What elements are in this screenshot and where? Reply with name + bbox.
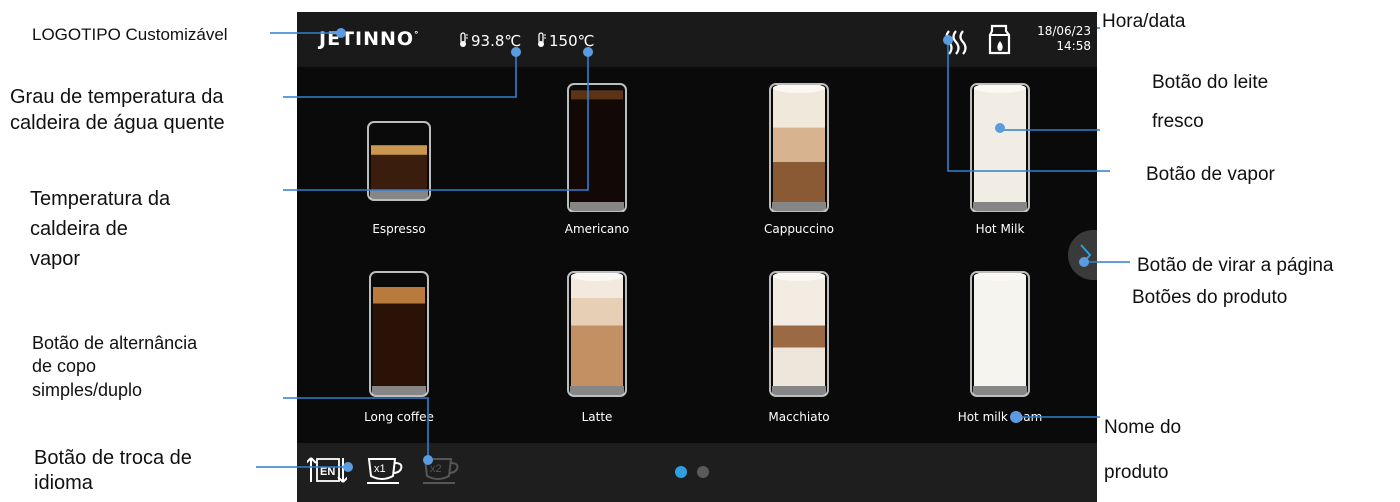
date-text: 18/06/23 <box>1037 24 1091 38</box>
annotation-line: vapor <box>30 248 81 270</box>
product-name: Espresso <box>372 222 426 236</box>
annotation-cup-toggle: Botão de alternância de copo simples/dup… <box>32 332 197 402</box>
bottom-bar: EN x1 x2 <box>297 443 1097 502</box>
chevron-right-icon <box>1077 242 1093 273</box>
annotation-line: de copo <box>32 356 97 377</box>
annotation-line: fresco <box>1152 110 1204 132</box>
product-name: Latte <box>581 410 613 424</box>
annotation-line: Temperatura da <box>30 188 171 210</box>
language-label: EN <box>320 466 335 478</box>
annotation-line: Grau de temperatura da <box>10 86 224 108</box>
annotation-line: produto <box>1104 461 1169 483</box>
machine-screen: JETINNO° 93.8℃ 150℃ 18/06/23 14:58 Espre… <box>297 12 1097 502</box>
steam-temperature: 150℃ <box>549 32 595 50</box>
thermometer-icon <box>457 32 469 53</box>
product-button[interactable]: Hot milk foam <box>930 270 1070 430</box>
espresso-glass-image <box>367 121 431 201</box>
double-cup-label: x2 <box>430 463 442 475</box>
single-cup-icon[interactable]: x1 <box>365 452 409 493</box>
product-name: Hot Milk <box>975 222 1025 236</box>
page-turn-button[interactable] <box>1068 230 1097 280</box>
product-button[interactable]: Americano <box>527 82 667 242</box>
annotation-datetime: Hora/data <box>1102 11 1186 32</box>
latte-glass-image <box>567 271 627 397</box>
annotation-product-name: Nome do produto <box>1104 406 1181 495</box>
annotation-line: Botão de alternância <box>32 333 198 353</box>
product-name: Cappuccino <box>763 222 835 236</box>
annotation-line: Botão de troca de <box>34 447 192 469</box>
product-button[interactable]: Latte <box>527 270 667 430</box>
logo-text: JETINNO <box>319 28 415 50</box>
hot-water-temperature: 93.8℃ <box>471 32 522 50</box>
macchiato-glass-image <box>769 271 829 397</box>
time-text: 14:58 <box>1056 39 1091 53</box>
logo: JETINNO° <box>319 28 420 50</box>
annotation-language: Botão de troca de idioma <box>34 446 192 496</box>
single-cup-label: x1 <box>374 463 386 475</box>
product-button[interactable]: Macchiato <box>729 270 869 430</box>
annotation-product-buttons: Botões do produto <box>1132 287 1288 308</box>
product-name: Hot milk foam <box>957 410 1043 424</box>
product-button[interactable]: Hot Milk <box>930 82 1070 242</box>
americano-glass-image <box>567 83 627 212</box>
foam-glass-image <box>970 271 1030 397</box>
annotation-hot-water-temp: Grau de temperatura da caldeira de água … <box>10 84 225 136</box>
milk-glass-image <box>970 83 1030 212</box>
cappuccino-glass-image <box>769 83 829 212</box>
annotation-line: caldeira de água quente <box>10 112 225 134</box>
page-dot[interactable] <box>697 466 709 478</box>
annotation-line: Botão do leite <box>1152 72 1269 93</box>
language-switch-icon[interactable]: EN <box>305 454 349 491</box>
product-name: Long coffee <box>364 410 434 424</box>
milk-carton-icon[interactable] <box>987 22 1013 61</box>
annotation-page-turn: Botão de virar a página <box>1137 255 1334 276</box>
product-name: Americano <box>564 222 630 236</box>
product-name: Macchiato <box>768 410 830 424</box>
annotation-logo: LOGOTIPO Customizável <box>32 25 228 44</box>
product-button[interactable]: Cappuccino <box>729 82 869 242</box>
annotation-line: caldeira de <box>30 218 128 240</box>
double-cup-icon[interactable]: x2 <box>421 452 465 493</box>
annotation-line: simples/duplo <box>32 379 143 400</box>
annotation-line: idioma <box>34 472 93 494</box>
annotation-steam-button: Botão de vapor <box>1146 164 1275 185</box>
annotation-steam-temp: Temperatura da caldeira de vapor <box>30 186 170 272</box>
thermometer-icon <box>535 32 547 53</box>
logo-mark: ° <box>414 30 420 41</box>
top-bar: JETINNO° 93.8℃ 150℃ 18/06/23 14:58 <box>297 12 1097 67</box>
date-time: 18/06/23 14:58 <box>1037 24 1091 54</box>
annotation-fresh-milk: Botão do leite fresco <box>1152 64 1268 142</box>
steam-icon[interactable] <box>943 27 971 62</box>
page-dot-active[interactable] <box>675 466 687 478</box>
annotation-line: Nome do <box>1104 417 1182 438</box>
long-glass-image <box>369 271 429 397</box>
product-button[interactable]: Long coffee <box>329 270 469 430</box>
product-button[interactable]: Espresso <box>329 82 469 242</box>
